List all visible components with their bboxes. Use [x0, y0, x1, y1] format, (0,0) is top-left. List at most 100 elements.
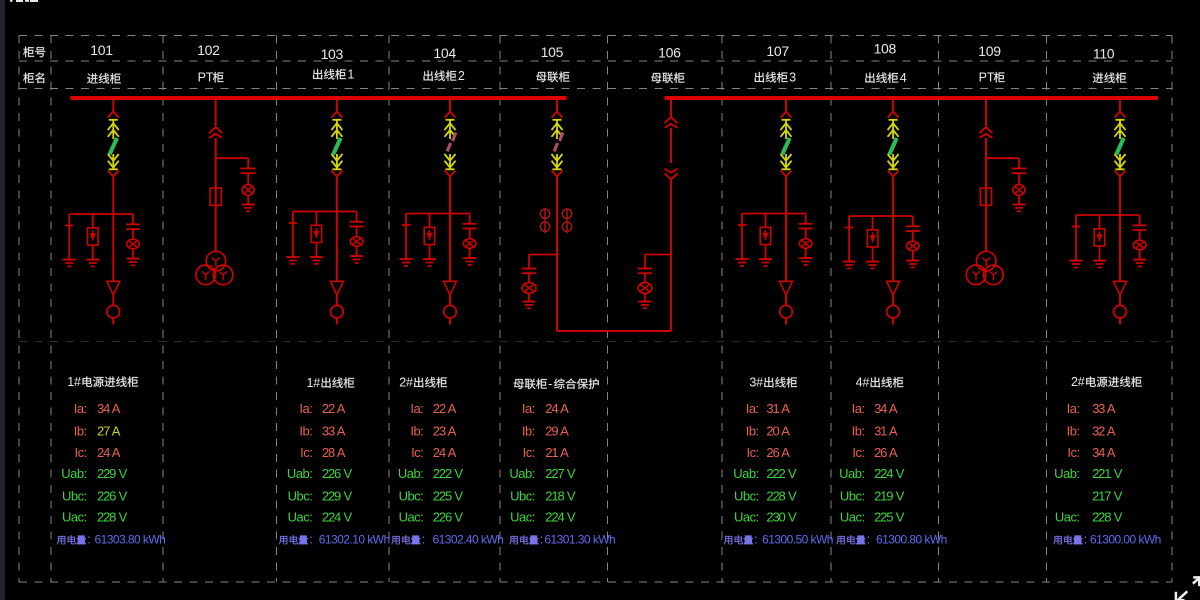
svg-text:26 A: 26 A	[874, 445, 898, 460]
svg-text:Ia:: Ia:	[74, 401, 87, 416]
svg-text:Ib:: Ib:	[299, 424, 312, 439]
svg-text:Uab:: Uab:	[839, 466, 864, 481]
svg-text:32 A: 32 A	[1092, 424, 1116, 439]
svg-text:Uac:: Uac:	[510, 510, 535, 525]
svg-text:33 A: 33 A	[1092, 401, 1116, 416]
svg-text:31 A: 31 A	[766, 401, 790, 416]
svg-text:24 A: 24 A	[545, 401, 569, 416]
svg-text:Ia:: Ia:	[299, 401, 312, 416]
svg-text:Ia:: Ia:	[852, 401, 865, 416]
svg-text:28 A: 28 A	[322, 445, 346, 460]
svg-text:Ubc:: Ubc:	[288, 488, 313, 503]
svg-text:22 A: 22 A	[322, 401, 346, 416]
svg-text:106: 106	[658, 45, 681, 61]
svg-text:108: 108	[874, 41, 897, 57]
svg-text:Uac:: Uac:	[288, 510, 313, 525]
svg-text:4#: 4#	[856, 376, 870, 390]
svg-text:22 A: 22 A	[433, 401, 457, 416]
svg-text:102: 102	[197, 42, 220, 58]
svg-text:Ia:: Ia:	[1067, 401, 1080, 416]
svg-text:3: 3	[789, 71, 796, 85]
svg-text:23 A: 23 A	[433, 424, 457, 439]
svg-text:224 V: 224 V	[874, 466, 905, 481]
svg-text:227 V: 227 V	[545, 466, 576, 481]
svg-text:Ic:: Ic:	[523, 445, 535, 460]
svg-text:Ia:: Ia:	[410, 401, 423, 416]
svg-text:1#: 1#	[307, 376, 321, 390]
svg-text:Ubc:: Ubc:	[399, 488, 424, 503]
svg-text:Uac:: Uac:	[399, 510, 424, 525]
svg-text:Ubc:: Ubc:	[840, 488, 865, 503]
svg-text:21 A: 21 A	[545, 445, 569, 460]
svg-text:219 V: 219 V	[874, 488, 905, 503]
svg-text:Ic:: Ic:	[411, 445, 423, 460]
svg-text:224 V: 224 V	[322, 510, 353, 525]
svg-text:222 V: 222 V	[433, 466, 464, 481]
svg-text::: :	[867, 533, 870, 547]
svg-text:2#: 2#	[1071, 375, 1085, 389]
svg-text:101: 101	[90, 42, 113, 58]
svg-text::: :	[309, 533, 312, 547]
svg-text:61300.50 kWh: 61300.50 kWh	[762, 533, 833, 547]
svg-text::: :	[754, 533, 757, 547]
svg-text:226 V: 226 V	[97, 488, 128, 503]
svg-text:20 A: 20 A	[766, 424, 790, 439]
svg-text:Ubc:: Ubc:	[62, 488, 87, 503]
svg-text:PT: PT	[979, 71, 995, 85]
svg-text:Ia:: Ia:	[746, 401, 759, 416]
svg-text:Ib:: Ib:	[74, 424, 87, 439]
svg-text::: :	[540, 533, 543, 547]
svg-text:226 V: 226 V	[433, 510, 464, 525]
svg-text:61302.40 kWh: 61302.40 kWh	[433, 533, 504, 547]
svg-text:217 V: 217 V	[1092, 488, 1123, 503]
svg-text:Ic:: Ic:	[300, 445, 312, 460]
svg-text:Ib:: Ib:	[410, 424, 423, 439]
svg-text:34 A: 34 A	[1092, 445, 1116, 460]
svg-text:PT: PT	[198, 71, 214, 85]
svg-text:Ubc:: Ubc:	[734, 488, 759, 503]
svg-text:228 V: 228 V	[1092, 510, 1123, 525]
svg-text:218 V: 218 V	[545, 488, 576, 503]
svg-text:24 A: 24 A	[97, 445, 121, 460]
svg-text:221 V: 221 V	[1092, 466, 1123, 481]
svg-text:Uac:: Uac:	[734, 510, 759, 525]
svg-text:226 V: 226 V	[322, 466, 353, 481]
svg-text:222 V: 222 V	[766, 466, 797, 481]
svg-text:Uab:: Uab:	[1054, 466, 1079, 481]
svg-text:Ic:: Ic:	[746, 445, 758, 460]
svg-text:109: 109	[978, 43, 1001, 59]
svg-text:34 A: 34 A	[97, 401, 121, 416]
svg-text:29 A: 29 A	[545, 424, 569, 439]
svg-text:2: 2	[458, 69, 465, 83]
svg-text::: :	[1084, 533, 1087, 547]
svg-text:229 V: 229 V	[322, 488, 353, 503]
svg-text:Uac:: Uac:	[62, 510, 87, 525]
svg-text::: :	[422, 533, 425, 547]
svg-text:Ib:: Ib:	[522, 424, 535, 439]
svg-text:1#: 1#	[67, 375, 81, 389]
svg-text:61300.00 kWh: 61300.00 kWh	[1090, 533, 1161, 547]
svg-text:Uac:: Uac:	[840, 510, 865, 525]
svg-text:Ic:: Ic:	[852, 445, 864, 460]
svg-text:Ic:: Ic:	[1067, 445, 1079, 460]
svg-text:229 V: 229 V	[97, 466, 128, 481]
svg-text:107: 107	[766, 43, 789, 59]
svg-text:224 V: 224 V	[545, 510, 576, 525]
svg-text:Uab:: Uab:	[733, 466, 758, 481]
svg-text:Uab:: Uab:	[398, 466, 423, 481]
svg-text:27 A: 27 A	[97, 424, 121, 439]
svg-text:4: 4	[900, 71, 907, 85]
svg-text:228 V: 228 V	[97, 510, 128, 525]
svg-text:Ubc:: Ubc:	[510, 488, 535, 503]
svg-text:225 V: 225 V	[874, 510, 905, 525]
svg-text:Uab:: Uab:	[287, 466, 312, 481]
svg-text:61302.10 kWh: 61302.10 kWh	[319, 533, 390, 547]
svg-text:230 V: 230 V	[766, 510, 797, 525]
svg-text:3#: 3#	[749, 376, 763, 390]
svg-text:1: 1	[347, 68, 354, 82]
svg-text:Ic:: Ic:	[74, 445, 86, 460]
svg-text:61301.30 kWh: 61301.30 kWh	[544, 533, 615, 547]
svg-text:Ib:: Ib:	[1067, 424, 1080, 439]
svg-text:Ib:: Ib:	[852, 424, 865, 439]
svg-text:Uab:: Uab:	[61, 466, 86, 481]
